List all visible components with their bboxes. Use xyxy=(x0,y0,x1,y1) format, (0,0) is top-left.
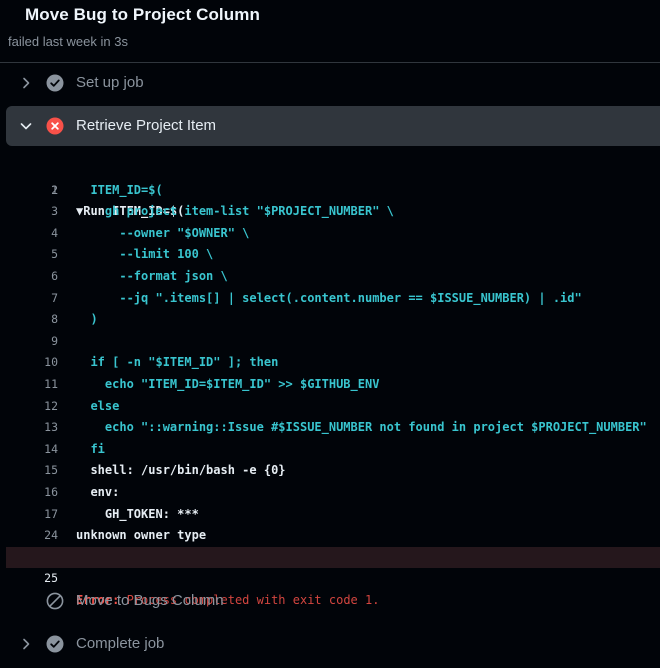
log-line[interactable]: 17 GH_TOKEN: *** xyxy=(6,504,660,526)
line-number[interactable]: 10 xyxy=(6,352,58,374)
log-line[interactable]: 24 unknown owner type xyxy=(6,525,660,547)
log-text: --owner "$OWNER" \ xyxy=(76,223,249,245)
log-text: --limit 100 \ xyxy=(76,244,213,266)
line-number[interactable]: 16 xyxy=(6,482,58,504)
log-text: unknown owner type xyxy=(76,525,206,547)
step-move-to-bugs-column[interactable]: Move to Bugs Column xyxy=(6,581,660,621)
log-error-line[interactable]: 25 Error: Process completed with exit co… xyxy=(6,547,660,569)
step-set-up-job[interactable]: Set up job xyxy=(6,63,660,103)
line-number[interactable]: 12 xyxy=(6,396,58,418)
log-text: else xyxy=(76,396,119,418)
line-number[interactable]: 14 xyxy=(6,439,58,461)
check-circle-icon xyxy=(46,635,64,653)
step-label: Complete job xyxy=(76,635,164,652)
line-number[interactable]: 17 xyxy=(6,504,58,526)
step-complete-job[interactable]: Complete job xyxy=(6,624,660,664)
skipped-icon xyxy=(46,592,64,610)
log-line[interactable]: 10 if [ -n "$ITEM_ID" ]; then xyxy=(6,352,660,374)
line-number[interactable]: 11 xyxy=(6,374,58,396)
log-line[interactable]: 14 fi xyxy=(6,439,660,461)
log-line[interactable]: 12 else xyxy=(6,396,660,418)
x-circle-icon xyxy=(46,117,64,135)
line-number[interactable]: 5 xyxy=(6,244,58,266)
step-log: 1 ▼Run ITEM_ID=$( 2 ITEM_ID=$( 3 gh proj… xyxy=(6,158,660,568)
log-line[interactable]: 13 echo "::warning::Issue #$ISSUE_NUMBER… xyxy=(6,417,660,439)
log-line[interactable]: 16 env: xyxy=(6,482,660,504)
log-line[interactable]: 11 echo "ITEM_ID=$ITEM_ID" >> $GITHUB_EN… xyxy=(6,374,660,396)
job-header: Move Bug to Project Column failed last w… xyxy=(0,0,660,63)
log-text: fi xyxy=(76,439,105,461)
log-text: shell: /usr/bin/bash -e {0} xyxy=(76,460,286,482)
line-number[interactable]: 8 xyxy=(6,309,58,331)
log-line[interactable]: 5 --limit 100 \ xyxy=(6,244,660,266)
chevron-down-icon[interactable] xyxy=(18,118,34,134)
line-number[interactable]: 15 xyxy=(6,460,58,482)
line-number[interactable]: 2 xyxy=(6,180,58,202)
log-text: gh project item-list "$PROJECT_NUMBER" \ xyxy=(76,201,394,223)
job-status-subtitle: failed last week in 3s xyxy=(8,34,128,49)
log-line[interactable]: 3 gh project item-list "$PROJECT_NUMBER"… xyxy=(6,201,660,223)
log-line[interactable]: 15 shell: /usr/bin/bash -e {0} xyxy=(6,460,660,482)
log-line[interactable]: 8 ) xyxy=(6,309,660,331)
log-line[interactable]: 4 --owner "$OWNER" \ xyxy=(6,223,660,245)
log-text: --jq ".items[] | select(.content.number … xyxy=(76,288,582,310)
step-label: Set up job xyxy=(76,74,144,91)
line-number[interactable]: 4 xyxy=(6,223,58,245)
chevron-right-icon[interactable] xyxy=(18,75,34,91)
log-line[interactable]: 9 xyxy=(6,331,660,353)
log-text: GH_TOKEN: *** xyxy=(76,504,199,526)
line-number[interactable]: 3 xyxy=(6,201,58,223)
line-number[interactable]: 7 xyxy=(6,288,58,310)
log-text: echo "::warning::Issue #$ISSUE_NUMBER no… xyxy=(76,417,647,439)
line-number[interactable]: 6 xyxy=(6,266,58,288)
step-retrieve-project-item[interactable]: Retrieve Project Item xyxy=(6,106,660,146)
log-text: ) xyxy=(76,309,98,331)
log-text: env: xyxy=(76,482,119,504)
log-text: echo "ITEM_ID=$ITEM_ID" >> $GITHUB_ENV xyxy=(76,374,379,396)
line-number[interactable]: 24 xyxy=(6,525,58,547)
chevron-right-icon[interactable] xyxy=(18,636,34,652)
step-label: Retrieve Project Item xyxy=(76,117,216,134)
log-line[interactable]: 2 ITEM_ID=$( xyxy=(6,180,660,202)
job-title: Move Bug to Project Column xyxy=(25,5,260,25)
log-line[interactable]: 1 ▼Run ITEM_ID=$( xyxy=(6,158,660,180)
check-circle-icon xyxy=(46,74,64,92)
log-line[interactable]: 7 --jq ".items[] | select(.content.numbe… xyxy=(6,288,660,310)
step-label: Move to Bugs Column xyxy=(76,592,224,609)
log-text: if [ -n "$ITEM_ID" ]; then xyxy=(76,352,278,374)
log-text: ITEM_ID=$( xyxy=(76,180,163,202)
line-number[interactable]: 9 xyxy=(6,331,58,353)
log-line[interactable]: 6 --format json \ xyxy=(6,266,660,288)
log-text: --format json \ xyxy=(76,266,228,288)
line-number[interactable]: 13 xyxy=(6,417,58,439)
